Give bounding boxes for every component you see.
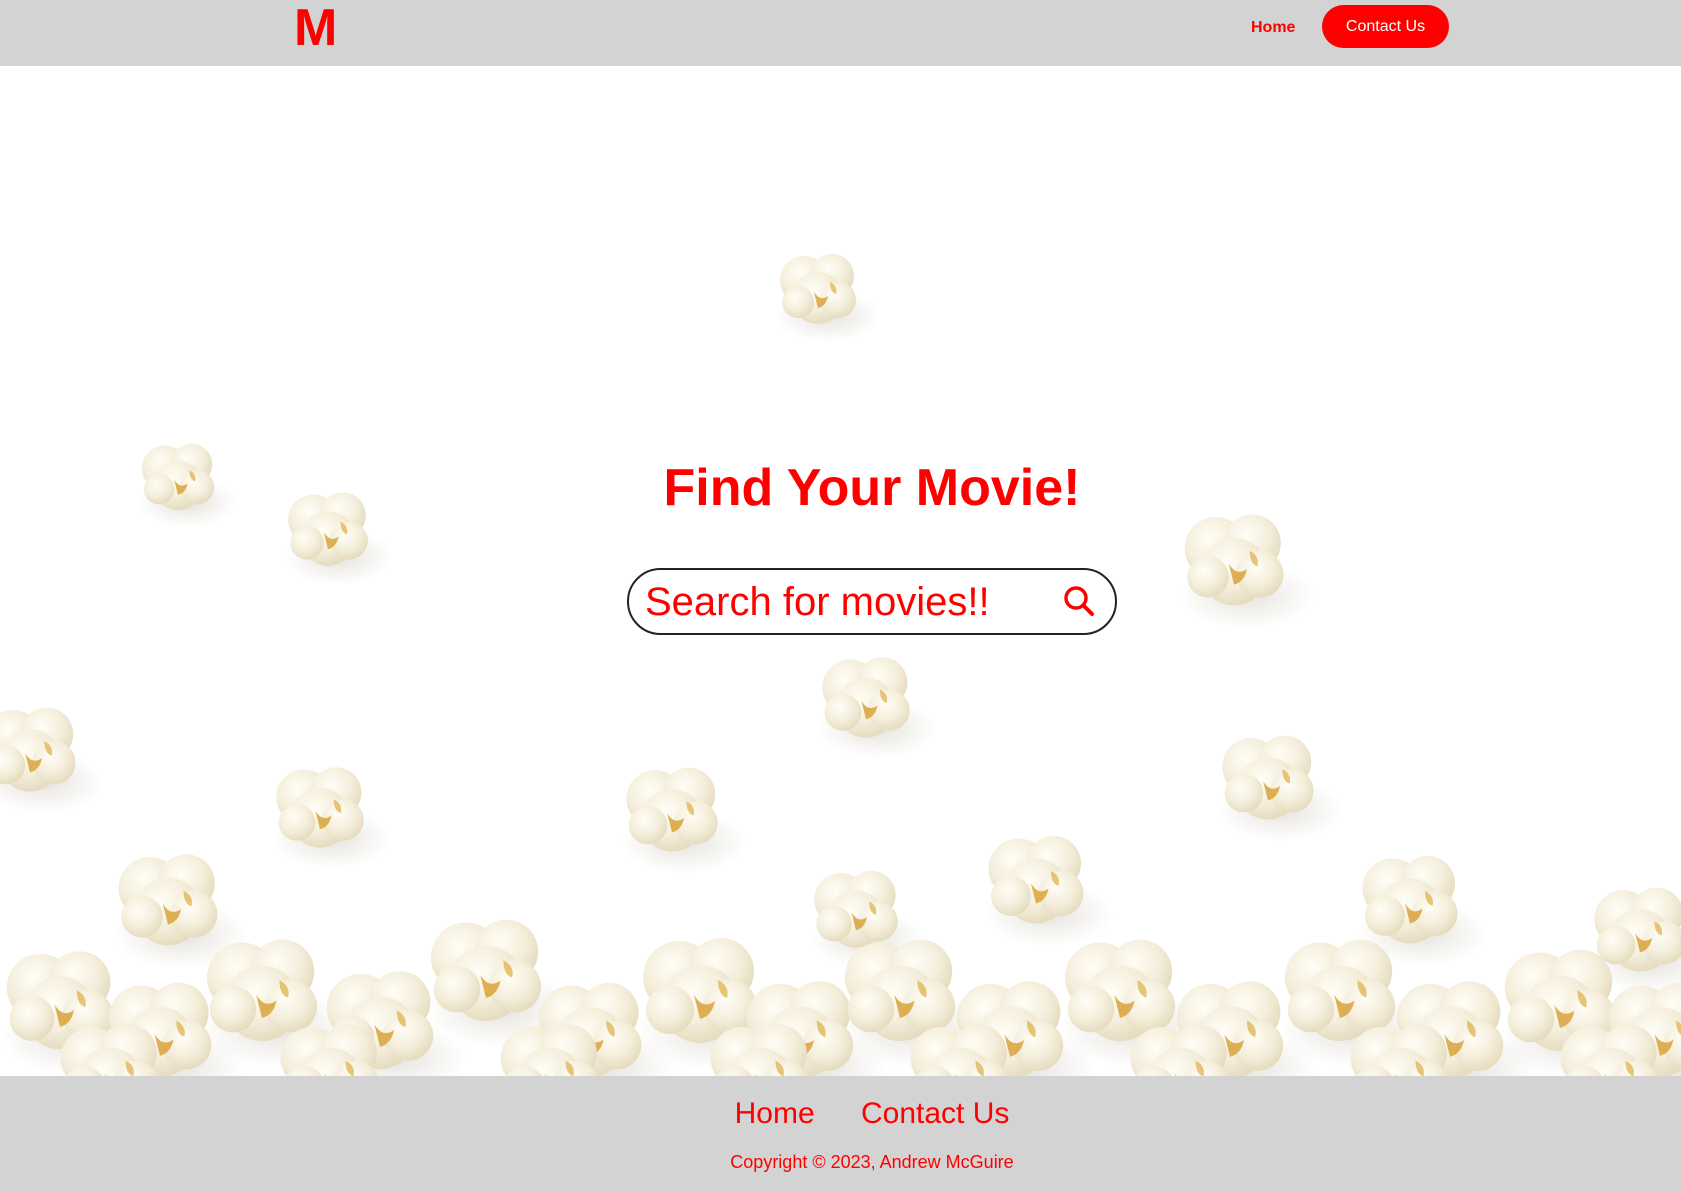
search-button[interactable] [1061,584,1097,620]
nav-contact-button[interactable]: Contact Us [1322,5,1449,48]
top-navbar: M Home Contact Us [0,0,1681,66]
movie-search-bar [627,568,1117,635]
footer-home-link[interactable]: Home [735,1096,815,1132]
search-icon [1064,586,1094,616]
hero-title: Find Your Movie! [663,459,1081,517]
footer-contact-link[interactable]: Contact Us [861,1096,1009,1132]
nav-home-link[interactable]: Home [1251,18,1295,38]
site-logo[interactable]: M [294,0,337,58]
copyright-text: Copyright © 2023, Andrew McGuire [730,1152,1014,1172]
movie-search-input[interactable] [645,578,1045,626]
hero-section: Find Your Movie! [0,66,1681,1076]
footer: Home Contact Us Copyright © 2023, Andrew… [0,1076,1681,1192]
footer-nav: Home Contact Us [0,1096,1681,1132]
